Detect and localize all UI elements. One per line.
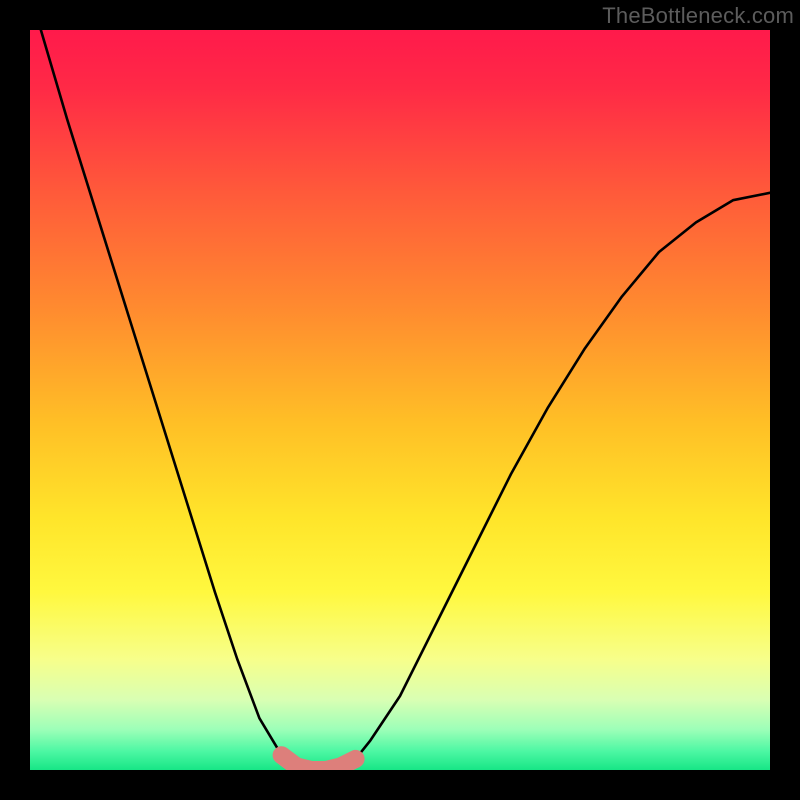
- plot-area: [30, 30, 770, 770]
- chart-frame: TheBottleneck.com: [0, 0, 800, 800]
- watermark-text: TheBottleneck.com: [602, 3, 794, 29]
- bottleneck-curve: [30, 30, 770, 770]
